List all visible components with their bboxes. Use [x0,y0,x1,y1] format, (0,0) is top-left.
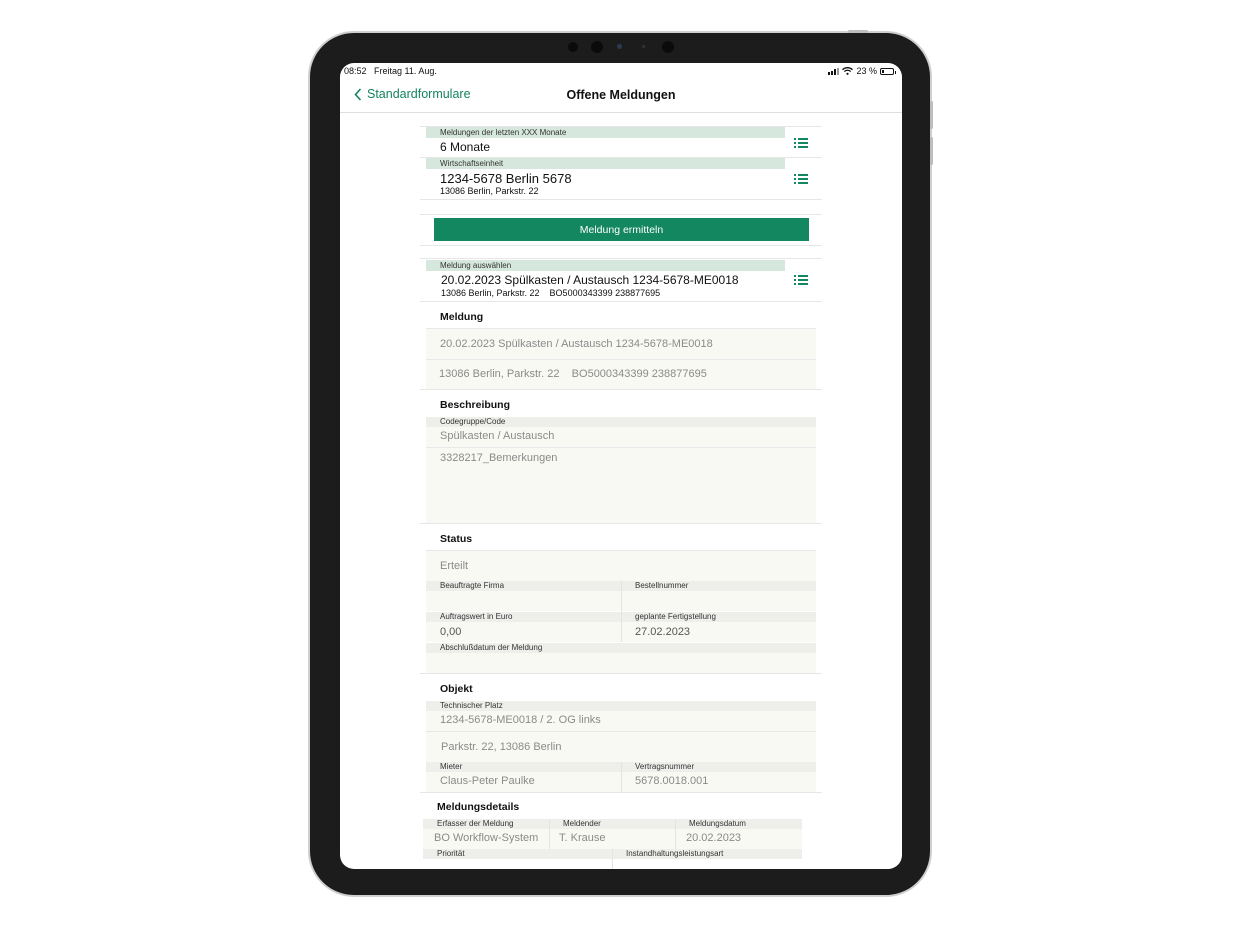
planned-completion-label: geplante Fertigstellung [621,612,816,622]
column-divider [621,762,622,792]
months-filter-value[interactable]: 6 Monate [440,140,490,154]
battery-percent: 23 % [856,66,877,76]
status-field[interactable]: Erteilt [426,550,816,581]
creator-value: BO Workflow-System [434,832,539,844]
maintenance-type-label: Instandhaltungsleistungsart [612,849,802,859]
volume-up-button [930,101,933,129]
closing-date-label: Abschlußdatum der Meldung [426,643,816,653]
report-select-sub: 13086 Berlin, Parkstr. 22 BO5000343399 2… [441,288,661,298]
report-select-label: Meldung auswählen [426,260,785,271]
divider [420,245,822,246]
wifi-icon [842,67,854,75]
sensor-dot [568,42,578,52]
list-icon[interactable] [794,274,808,286]
ipad-frame: 08:52 Freitag 11. Aug. 23 % Standardform… [308,30,933,897]
priority-label: Priorität [423,849,612,859]
details-row: BO Workflow-System T. Krause 20.02.2023 [423,829,802,849]
app-screen: 08:52 Freitag 11. Aug. 23 % Standardform… [340,63,902,869]
divider [420,258,822,259]
section-title-details: Meldungsdetails [437,801,520,813]
sensor-dot [642,45,645,48]
determine-report-button[interactable]: Meldung ermitteln [434,218,809,241]
reporter-value: T. Krause [559,832,606,844]
meldung-line1-field: 20.02.2023 Spülkasten / Austausch 1234-5… [426,328,816,359]
tenant-value: Claus-Peter Paulke [440,775,535,787]
signal-icon [828,67,840,75]
tenant-label: Mieter [426,762,621,772]
list-icon[interactable] [794,137,808,149]
report-date-label: Meldungsdatum [675,819,802,829]
code-group-value: Spülkasten / Austausch [440,430,555,442]
status-indicators: 23 % [828,66,896,76]
object-address: Parkstr. 22, 13086 Berlin [441,741,562,753]
closing-date-field[interactable] [426,653,816,673]
section-title-meldung: Meldung [440,311,484,323]
remarks-value: 3328217_Bemerkungen [440,452,558,464]
contract-number-value: 5678.0018.001 [635,775,709,787]
code-group-field[interactable]: Spülkasten / Austausch [426,427,816,447]
status-date: Freitag 11. Aug. [374,66,437,76]
code-group-label: Codegruppe/Code [426,417,816,427]
volume-down-button [930,137,933,165]
firm-label: Beauftragte Firma [426,581,621,591]
sensor-dot [662,41,674,53]
technical-place-field[interactable]: 1234-5678-ME0018 / 2. OG links [426,711,816,731]
remarks-field[interactable]: 3328217_Bemerkungen [426,447,816,523]
planned-completion-value[interactable]: 27.02.2023 [635,626,690,638]
amount-value[interactable]: 0,00 [440,626,461,638]
column-divider [549,819,550,849]
amount-label: Auftragswert in Euro [426,612,621,622]
column-divider [621,581,622,642]
divider [420,199,822,200]
divider [420,214,822,215]
list-icon[interactable] [794,173,808,185]
unit-filter-value[interactable]: 1234-5678 Berlin 5678 [440,171,572,186]
status-time: 08:52 Freitag 11. Aug. [344,66,437,76]
camera-lens [617,44,622,49]
unit-filter-label: Wirtschaftseinheit [426,158,785,169]
form-content: Meldungen der letzten XXX Monate 6 Monat… [420,123,822,869]
nav-divider [340,112,902,113]
address-field: Parkstr. 22, 13086 Berlin [426,731,816,762]
top-button [848,30,868,33]
sensor-dot [591,41,603,53]
divider [420,673,822,674]
meldung-line1: 20.02.2023 Spülkasten / Austausch 1234-5… [440,338,713,350]
report-date-value: 20.02.2023 [686,832,742,844]
column-divider [675,819,676,849]
section-title-objekt: Objekt [440,683,473,695]
battery-icon [880,67,896,75]
divider [420,792,822,793]
page-title: Offene Meldungen [566,88,676,102]
section-title-status: Status [440,533,473,545]
contract-number-label: Vertragsnummer [621,762,816,772]
creator-label: Erfasser der Meldung [423,819,549,829]
meldung-line2: 13086 Berlin, Parkstr. 22 BO5000343399 2… [439,368,707,380]
divider [420,301,822,302]
months-filter-label: Meldungen der letzten XXX Monate [426,127,785,138]
status-value: Erteilt [440,560,469,572]
technical-place-value: 1234-5678-ME0018 / 2. OG links [440,714,601,726]
divider [420,523,822,524]
meldung-line2-field: 13086 Berlin, Parkstr. 22 BO5000343399 2… [426,359,816,389]
report-select-value[interactable]: 20.02.2023 Spülkasten / Austausch 1234-5… [441,273,739,287]
order-number-label: Bestellnummer [621,581,816,591]
technical-place-label: Technischer Platz [426,701,816,711]
column-divider [612,849,613,869]
divider [420,389,822,390]
unit-filter-address: 13086 Berlin, Parkstr. 22 [440,186,539,196]
reporter-label: Meldender [549,819,675,829]
section-title-beschreibung: Beschreibung [440,399,511,411]
